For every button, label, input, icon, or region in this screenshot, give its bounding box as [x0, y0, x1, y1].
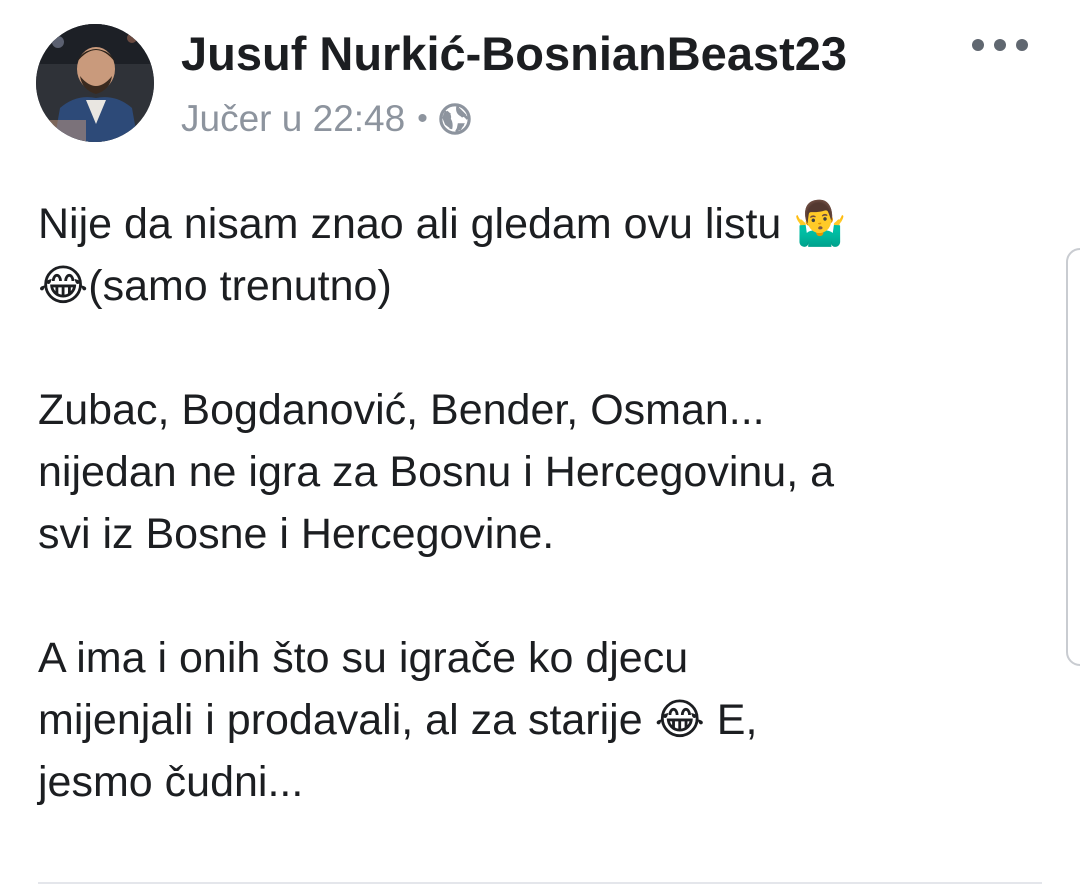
shrug-emoji: 🤷‍♂️	[793, 199, 847, 249]
post-timestamp[interactable]: Jučer u 22:48	[181, 98, 405, 140]
post-line: Nije da nisam znao ali gledam ovu listu	[38, 200, 794, 248]
meta-separator: •	[417, 102, 428, 135]
post-body: Nije da nisam znao ali gledam ovu listu …	[38, 193, 1038, 813]
post-line: (samo trenutno)	[88, 262, 392, 310]
author-avatar[interactable]	[36, 24, 154, 142]
more-options-button[interactable]	[972, 30, 1028, 60]
post-line: jesmo čudni...	[38, 758, 304, 806]
post-line: nijedan ne igra za Bosnu i Hercegovinu, …	[38, 448, 835, 496]
post-line: A ima i onih što su igrače ko djecu	[38, 634, 689, 682]
post-line: E,	[704, 696, 758, 744]
scrollbar-handle[interactable]	[1066, 248, 1080, 666]
globe-icon[interactable]	[438, 102, 472, 136]
post-paragraph: Nije da nisam znao ali gledam ovu listu …	[38, 193, 1038, 317]
post-line: svi iz Bosne i Hercegovine.	[38, 510, 555, 558]
laughing-emoji: 😂	[654, 695, 705, 745]
post-paragraph: A ima i onih što su igrače ko djecu mijen…	[38, 627, 1038, 813]
post-meta: Jučer u 22:48 •	[181, 98, 472, 140]
laughing-emoji: 😂	[38, 261, 89, 311]
facebook-post: Jusuf Nurkić-BosnianBeast23 Jučer u 22:4…	[0, 0, 1080, 885]
author-name[interactable]: Jusuf Nurkić-BosnianBeast23	[181, 26, 847, 81]
more-dot	[994, 39, 1006, 51]
post-paragraph: Zubac, Bogdanović, Bender, Osman... nijed…	[38, 379, 1038, 565]
post-line: mijenjali i prodavali, al za starije	[38, 696, 655, 744]
post-line: Zubac, Bogdanović, Bender, Osman...	[38, 386, 765, 434]
more-dot	[1016, 39, 1028, 51]
post-divider	[38, 882, 1042, 884]
profile-avatar-image	[36, 24, 154, 142]
more-options-icon	[972, 39, 984, 51]
